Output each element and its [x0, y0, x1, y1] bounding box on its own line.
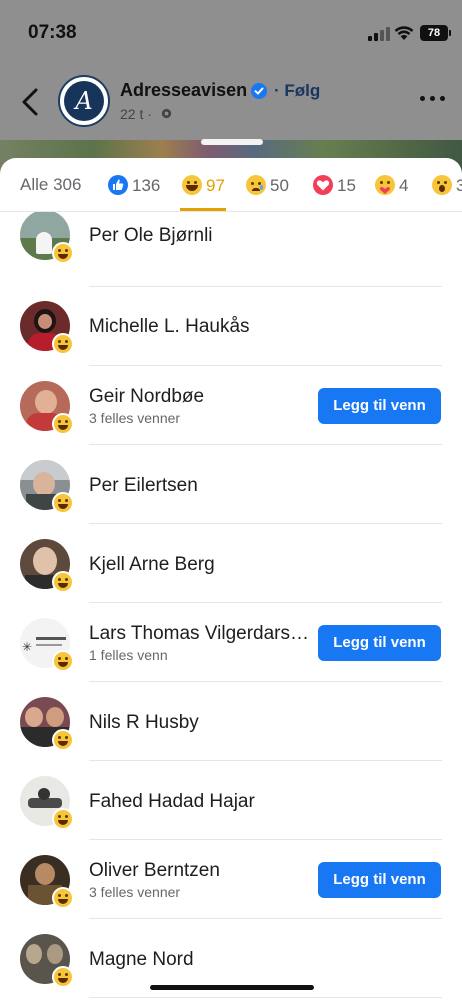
person-name[interactable]: Geir Nordbøe [89, 386, 204, 408]
person-name[interactable]: Per Ole Bjørnli [89, 225, 213, 247]
person-name[interactable]: Michelle L. Haukås [89, 316, 250, 338]
person-name[interactable]: Fahed Hadad Hajar [89, 791, 255, 813]
reactors-list: Per Ole Bjørnli Michelle L. Haukås Geir … [0, 212, 462, 1000]
list-item[interactable]: Fahed Hadad Hajar [0, 761, 462, 840]
haha-reaction-icon [52, 729, 74, 751]
tab-wow[interactable]: 3 [432, 175, 462, 199]
tab-like[interactable]: 136 [108, 175, 160, 199]
add-friend-button[interactable]: Legg til venn [318, 625, 441, 661]
home-indicator[interactable] [150, 985, 314, 990]
back-arrow-icon[interactable] [18, 84, 44, 120]
haha-reaction-icon [52, 492, 74, 514]
haha-reaction-icon [52, 571, 74, 593]
page-name[interactable]: Adresseavisen [120, 80, 247, 101]
mutual-friends: 3 felles venner [89, 410, 181, 426]
reactions-sheet: Alle 306 136 97 50 15 4 Per Ole Bjørnli … [0, 158, 462, 1000]
sad-reaction-icon [246, 175, 266, 195]
active-tab-indicator [180, 208, 226, 211]
love-reaction-icon [313, 175, 333, 195]
list-item[interactable]: Kjell Arne Berg [0, 524, 462, 603]
person-name[interactable]: Lars Thomas Vilgerdarson [89, 623, 311, 645]
tab-haha-count: 97 [206, 176, 225, 195]
battery-icon: 78 [420, 25, 448, 41]
status-bar: 07:38 78 [0, 0, 462, 66]
mutual-friends: 1 felles venn [89, 647, 168, 663]
person-name[interactable]: Kjell Arne Berg [89, 554, 215, 576]
haha-reaction-icon [52, 333, 74, 355]
list-item[interactable]: Per Ole Bjørnli [0, 212, 462, 287]
wow-reaction-icon [432, 175, 452, 195]
add-friend-button[interactable]: Legg til venn [318, 862, 441, 898]
tab-like-count: 136 [132, 176, 161, 195]
follow-button[interactable]: · Følg [274, 81, 320, 101]
tab-love-count: 15 [337, 176, 356, 195]
more-options-icon[interactable] [420, 96, 446, 104]
haha-reaction-icon [52, 413, 74, 435]
list-item[interactable]: ✳ Lars Thomas Vilgerdarson 1 felles venn… [0, 603, 462, 682]
person-name[interactable]: Oliver Berntzen [89, 860, 220, 882]
status-time: 07:38 [28, 22, 77, 43]
verified-badge-icon [251, 83, 267, 99]
tab-all-label: Alle 306 [20, 175, 82, 194]
list-item[interactable]: Geir Nordbøe 3 felles venner Legg til ve… [0, 366, 462, 445]
care-reaction-icon [375, 175, 395, 195]
tab-wow-count: 3 [456, 176, 462, 195]
person-name[interactable]: Nils R Husby [89, 712, 199, 734]
haha-reaction-icon [52, 242, 74, 264]
tab-haha[interactable]: 97 [182, 175, 225, 199]
tab-sad-count: 50 [270, 176, 289, 195]
page-logo: A [64, 81, 104, 121]
wifi-icon [394, 26, 414, 40]
mutual-friends: 3 felles venner [89, 884, 181, 900]
person-name[interactable]: Magne Nord [89, 949, 194, 971]
cellular-signal-icon [368, 27, 390, 41]
haha-reaction-icon [52, 808, 74, 830]
add-friend-button[interactable]: Legg til venn [318, 388, 441, 424]
tab-care-count: 4 [399, 176, 409, 195]
list-item[interactable]: Per Eilertsen [0, 445, 462, 524]
audience-settings-icon [161, 108, 172, 119]
person-name[interactable]: Per Eilertsen [89, 475, 198, 497]
tab-sad[interactable]: 50 [246, 175, 289, 199]
tab-love[interactable]: 15 [313, 175, 356, 199]
post-header: A Adresseavisen · Følg 22 t · [0, 66, 462, 140]
reaction-tabs: Alle 306 136 97 50 15 4 [0, 158, 462, 212]
list-item[interactable]: Oliver Berntzen 3 felles venner Legg til… [0, 840, 462, 919]
post-time: 22 t · [120, 106, 152, 122]
haha-reaction-icon [52, 966, 74, 988]
list-item[interactable]: Nils R Husby [0, 682, 462, 761]
reactions-screen: 07:38 78 A Adresseavisen · Følg 22 t · A… [0, 0, 462, 1000]
haha-reaction-icon [182, 175, 202, 195]
page-avatar[interactable]: A [58, 75, 110, 127]
sheet-grabber[interactable] [201, 139, 263, 145]
haha-reaction-icon [52, 650, 74, 672]
haha-reaction-icon [52, 887, 74, 909]
list-item[interactable]: Michelle L. Haukås [0, 287, 462, 366]
tab-care[interactable]: 4 [375, 175, 408, 199]
tab-all[interactable]: Alle 306 [20, 175, 81, 199]
like-reaction-icon [108, 175, 128, 195]
